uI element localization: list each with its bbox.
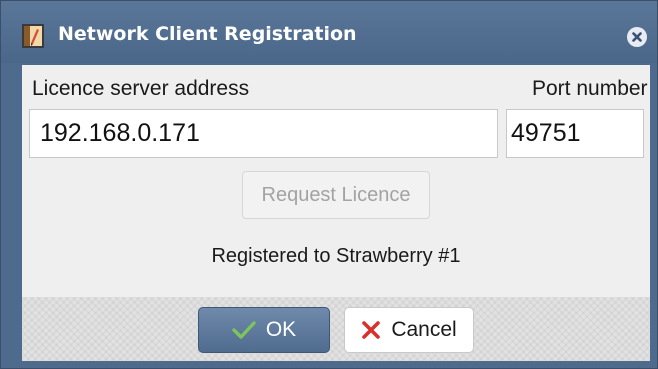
port-number-label: Port number (532, 77, 648, 100)
ok-button[interactable]: OK (198, 307, 330, 353)
cancel-button[interactable]: Cancel (344, 307, 474, 353)
dialog-window: Network Client Registration Licence serv… (0, 0, 658, 369)
app-icon (22, 24, 44, 48)
cross-icon (361, 320, 381, 340)
request-licence-button[interactable]: Request Licence (242, 171, 430, 219)
port-number-input[interactable]: 49751 (506, 109, 644, 158)
registration-status: Registered to Strawberry #1 (211, 245, 461, 267)
button-bar: OK Cancel (22, 297, 650, 361)
title-bar[interactable]: Network Client Registration (1, 1, 657, 63)
close-icon[interactable] (627, 27, 647, 47)
cancel-label: Cancel (391, 318, 457, 341)
server-address-label: Licence server address (32, 77, 250, 100)
ok-label: OK (265, 318, 297, 341)
server-address-input[interactable]: 192.168.0.171 (29, 109, 498, 158)
form-panel: Licence server address Port number 192.1… (22, 65, 650, 297)
window-title: Network Client Registration (58, 23, 357, 45)
checkmark-icon (232, 320, 256, 340)
